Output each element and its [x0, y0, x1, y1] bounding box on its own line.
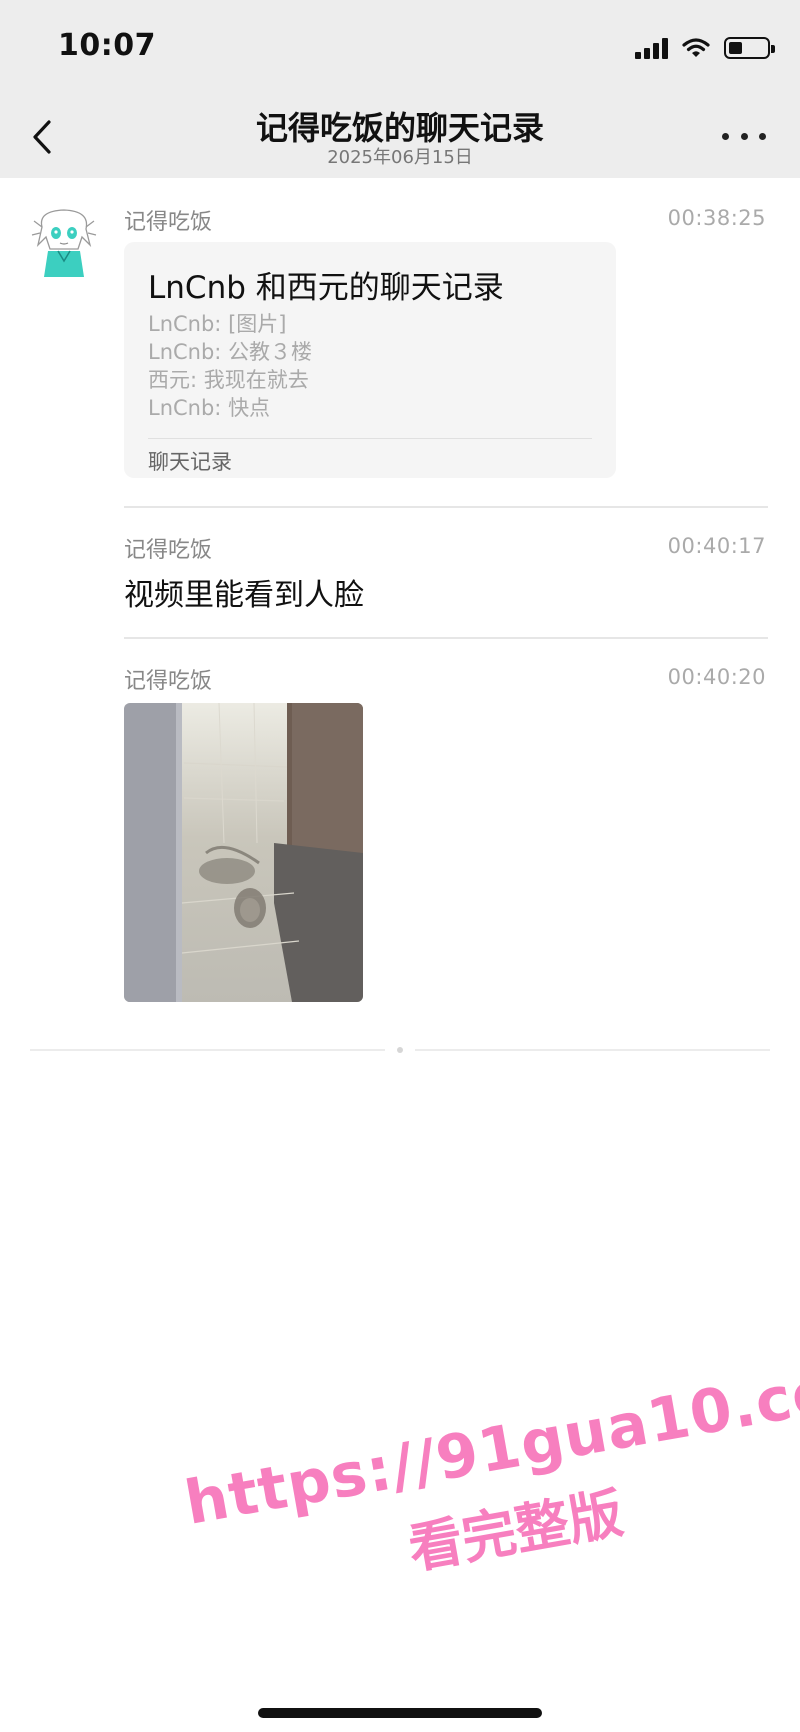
signal-icon: [635, 37, 668, 59]
end-divider: [415, 1049, 770, 1051]
message-sender: 记得吃饭: [124, 538, 213, 563]
chat-record-screen: 10:07 记得吃饭的聊天记录 2025年06月15日 记得吃饭 00:38:2…: [0, 0, 800, 1732]
watermark: https://91gua10.com 看完整版: [180, 1345, 800, 1621]
end-divider: [30, 1049, 385, 1051]
message-text: 视频里能看到人脸: [124, 578, 364, 613]
wifi-icon: [682, 38, 710, 57]
more-button[interactable]: [722, 124, 766, 148]
message-divider: [124, 506, 768, 508]
battery-icon: [724, 37, 775, 59]
message-sender: 记得吃饭: [124, 669, 213, 694]
page-date: 2025年06月15日: [327, 147, 473, 168]
chat-record-divider: [148, 438, 592, 439]
status-icons: [635, 34, 775, 62]
message-time: 00:40:20: [667, 665, 766, 689]
message-sender: 记得吃饭: [124, 210, 213, 235]
chat-record-line: 西元: 我现在就去: [148, 368, 309, 392]
chat-record-preview: LnCnb: [图片] LnCnb: 公教３楼 西元: 我现在就去 LnCnb:…: [148, 310, 312, 422]
chat-record-line: LnCnb: [图片]: [148, 312, 287, 336]
chat-record-title: LnCnb 和西元的聊天记录: [148, 270, 504, 306]
more-dots-icon: [722, 132, 729, 140]
message-image[interactable]: [124, 703, 363, 1002]
message-time: 00:40:17: [667, 534, 766, 558]
chat-record-line: LnCnb: 快点: [148, 396, 271, 420]
chat-record-footer: 聊天记录: [148, 450, 232, 474]
message-divider: [124, 637, 768, 639]
avatar[interactable]: [28, 205, 100, 277]
chat-record-line: LnCnb: 公教３楼: [148, 340, 313, 364]
top-bar: 10:07 记得吃饭的聊天记录 2025年06月15日: [0, 0, 800, 178]
message-time: 00:38:25: [667, 206, 766, 230]
status-time: 10:07: [58, 28, 156, 63]
end-marker: [397, 1047, 403, 1053]
chat-record-card[interactable]: LnCnb 和西元的聊天记录 LnCnb: [图片] LnCnb: 公教３楼 西…: [124, 242, 616, 478]
home-indicator[interactable]: [258, 1708, 542, 1718]
